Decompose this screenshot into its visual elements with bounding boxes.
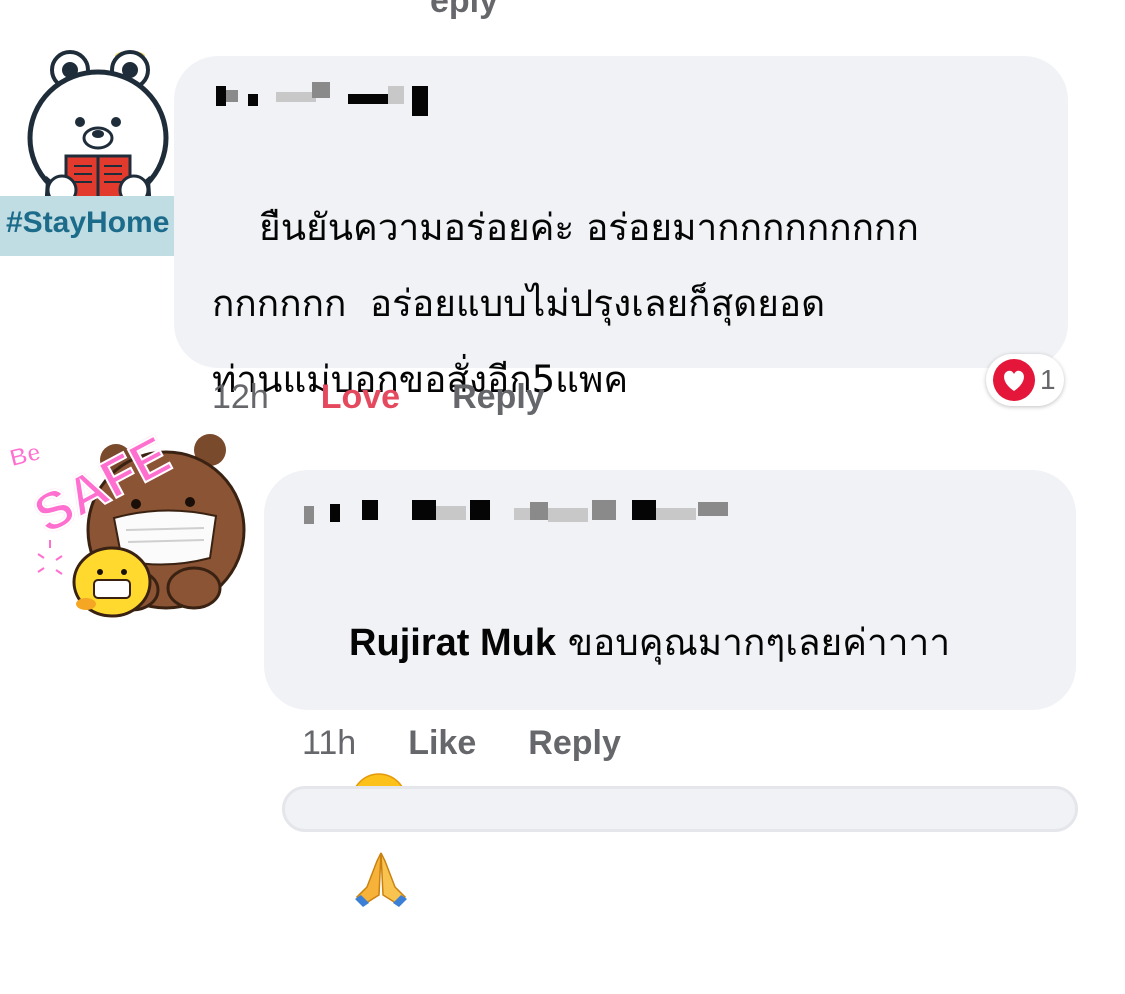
reaction-count: 1: [1040, 364, 1056, 395]
reaction-summary[interactable]: 1: [986, 354, 1064, 406]
reply-button[interactable]: Reply: [528, 724, 621, 763]
reply-body: ขอบคุณมากๆเลยค่าาาา: [555, 621, 951, 664]
timestamp[interactable]: 11h: [302, 724, 356, 763]
love-reaction-icon: [993, 359, 1035, 401]
author-name-blurred[interactable]: [212, 80, 1030, 116]
love-button[interactable]: Love: [321, 378, 400, 417]
comment-actions: 12h Love Reply: [212, 378, 545, 417]
reply-actions: 11h Like Reply: [302, 724, 621, 763]
reply-author-name-blurred[interactable]: [302, 496, 1038, 526]
folded-hands-icon: [355, 852, 408, 907]
reply-avatar[interactable]: Be SAFE: [4, 420, 254, 625]
next-comment-bubble-partial[interactable]: [282, 786, 1078, 832]
comment-bubble[interactable]: ยืนยันความอร่อยค่ะ อร่อยมากกกกกกกกก กกกก…: [174, 56, 1068, 561]
mention-tag[interactable]: Rujirat Muk: [349, 622, 556, 664]
previous-reply-link[interactable]: eply: [430, 0, 498, 21]
timestamp[interactable]: 12h: [212, 378, 269, 417]
reply-button[interactable]: Reply: [452, 378, 545, 417]
comment-body: ยืนยันความอร่อยค่ะ อร่อยมากกกกกกกกก กกกก…: [212, 206, 919, 401]
stayhome-badge: #StayHome: [6, 206, 170, 239]
reply-bubble[interactable]: Rujirat Muk ขอบคุณมากๆเลยค่าาาา: [264, 470, 1076, 907]
like-button[interactable]: Like: [408, 724, 476, 763]
